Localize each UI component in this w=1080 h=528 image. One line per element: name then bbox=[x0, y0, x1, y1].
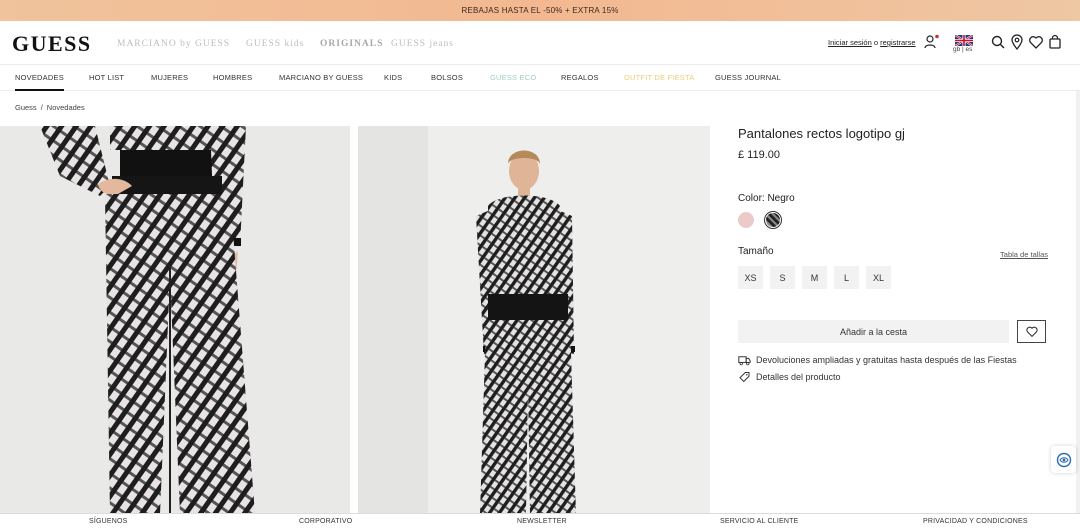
size-option-xs[interactable]: XS bbox=[738, 266, 763, 289]
brand-guess-kids[interactable]: GUESS kids bbox=[246, 39, 304, 49]
footer-servicio-cliente[interactable]: SERVICIO AL CLIENTE bbox=[720, 518, 799, 525]
pants-closeup-photo bbox=[0, 126, 350, 514]
breadcrumb-home[interactable]: Guess bbox=[15, 103, 37, 112]
size-table-link[interactable]: Tabla de tallas bbox=[1000, 250, 1048, 259]
account-separator: o bbox=[873, 38, 879, 47]
size-option-m[interactable]: M bbox=[802, 266, 827, 289]
nav-novedades[interactable]: NOVEDADES bbox=[15, 73, 64, 91]
main-navigation: NOVEDADES HOT LIST MUJERES HOMBRES MARCI… bbox=[0, 65, 1080, 91]
nav-outfit-de-fiesta[interactable]: OUTFIT DE FIESTA bbox=[624, 73, 694, 82]
page-scrollbar[interactable] bbox=[1076, 91, 1080, 513]
login-link[interactable]: Iniciar sesión bbox=[828, 38, 872, 47]
size-options: XS S M L XL bbox=[738, 266, 891, 289]
chat-widget-button[interactable] bbox=[1051, 446, 1076, 473]
promo-text: REBAJAS HASTA EL -50% + EXTRA 15% bbox=[461, 6, 619, 15]
model-full-photo bbox=[358, 126, 710, 514]
cart-bag-icon[interactable] bbox=[1047, 34, 1063, 50]
chat-globe-icon bbox=[1056, 452, 1071, 467]
tag-icon bbox=[739, 372, 750, 383]
wishlist-icon[interactable] bbox=[1028, 34, 1044, 50]
size-option-xl[interactable]: XL bbox=[866, 266, 891, 289]
details-text: Detalles del producto bbox=[756, 372, 841, 382]
search-icon[interactable] bbox=[990, 34, 1006, 50]
product-image-2[interactable] bbox=[358, 126, 710, 514]
delivery-truck-icon bbox=[738, 356, 751, 366]
promo-banner[interactable]: REBAJAS HASTA EL -50% + EXTRA 15% bbox=[0, 0, 1080, 21]
nav-hombres[interactable]: HOMBRES bbox=[213, 73, 252, 82]
add-to-cart-button[interactable]: Añadir a la cesta bbox=[738, 320, 1009, 343]
product-title: Pantalones rectos logotipo gj bbox=[738, 126, 905, 141]
nav-hot-list[interactable]: HOT LIST bbox=[89, 73, 124, 82]
color-swatch-pink[interactable] bbox=[738, 212, 754, 228]
product-price: £ 119.00 bbox=[738, 149, 781, 161]
breadcrumb-current[interactable]: Novedades bbox=[47, 103, 85, 112]
user-icon[interactable] bbox=[923, 34, 939, 50]
breadcrumb-separator: / bbox=[40, 103, 43, 112]
color-swatch-black-selected[interactable] bbox=[764, 211, 782, 229]
nav-guess-journal[interactable]: GUESS JOURNAL bbox=[715, 73, 781, 82]
brand-originals[interactable]: ORIGINALS bbox=[320, 39, 383, 49]
brand-guess-jeans[interactable]: GUESS jeans bbox=[391, 39, 454, 49]
account-links: Iniciar sesión o registrarse bbox=[828, 38, 916, 47]
size-label: Tamaño bbox=[738, 246, 774, 257]
nav-guess-eco[interactable]: GUESS ECO bbox=[490, 73, 536, 82]
footer-siguenos[interactable]: SÍGUENOS bbox=[89, 518, 128, 525]
product-info-panel: Pantalones rectos logotipo gj £ 119.00 C… bbox=[738, 126, 1048, 383]
site-header: GUESS MARCIANO by GUESS GUESS kids ORIGI… bbox=[0, 21, 1080, 65]
footer-corporativo[interactable]: CORPORATIVO bbox=[299, 518, 352, 525]
returns-info[interactable]: Devoluciones ampliadas y gratuitas hasta… bbox=[738, 354, 1017, 366]
footer-bar: SÍGUENOS CORPORATIVO NEWSLETTER SERVICIO… bbox=[0, 513, 1080, 528]
nav-mujeres[interactable]: MUJERES bbox=[151, 73, 188, 82]
returns-text: Devoluciones ampliadas y gratuitas hasta… bbox=[756, 355, 1017, 365]
size-option-l[interactable]: L bbox=[834, 266, 859, 289]
brand-marciano[interactable]: MARCIANO by GUESS bbox=[117, 39, 230, 49]
uk-flag-icon[interactable] bbox=[955, 35, 973, 46]
nav-kids[interactable]: KIDS bbox=[384, 73, 402, 82]
product-details-toggle[interactable]: Detalles del producto bbox=[738, 371, 841, 383]
heart-icon bbox=[1025, 326, 1038, 338]
nav-bolsos[interactable]: BOLSOS bbox=[431, 73, 463, 82]
register-link[interactable]: registrarse bbox=[880, 38, 915, 47]
breadcrumb: Guess / Novedades bbox=[13, 103, 87, 112]
nav-regalos[interactable]: REGALOS bbox=[561, 73, 599, 82]
color-label: Color: Negro bbox=[738, 193, 795, 204]
language-selector[interactable]: gb | es bbox=[953, 46, 972, 53]
swatch-pattern bbox=[766, 213, 780, 227]
size-option-s[interactable]: S bbox=[770, 266, 795, 289]
add-to-wishlist-button[interactable] bbox=[1017, 320, 1046, 343]
guess-logo[interactable]: GUESS bbox=[12, 31, 92, 57]
footer-newsletter[interactable]: NEWSLETTER bbox=[517, 518, 567, 525]
footer-privacidad[interactable]: PRIVACIDAD Y CONDICIONES bbox=[923, 518, 1028, 525]
nav-marciano[interactable]: MARCIANO BY GUESS bbox=[279, 73, 363, 82]
product-image-1[interactable] bbox=[0, 126, 350, 514]
store-locator-icon[interactable] bbox=[1009, 34, 1025, 50]
